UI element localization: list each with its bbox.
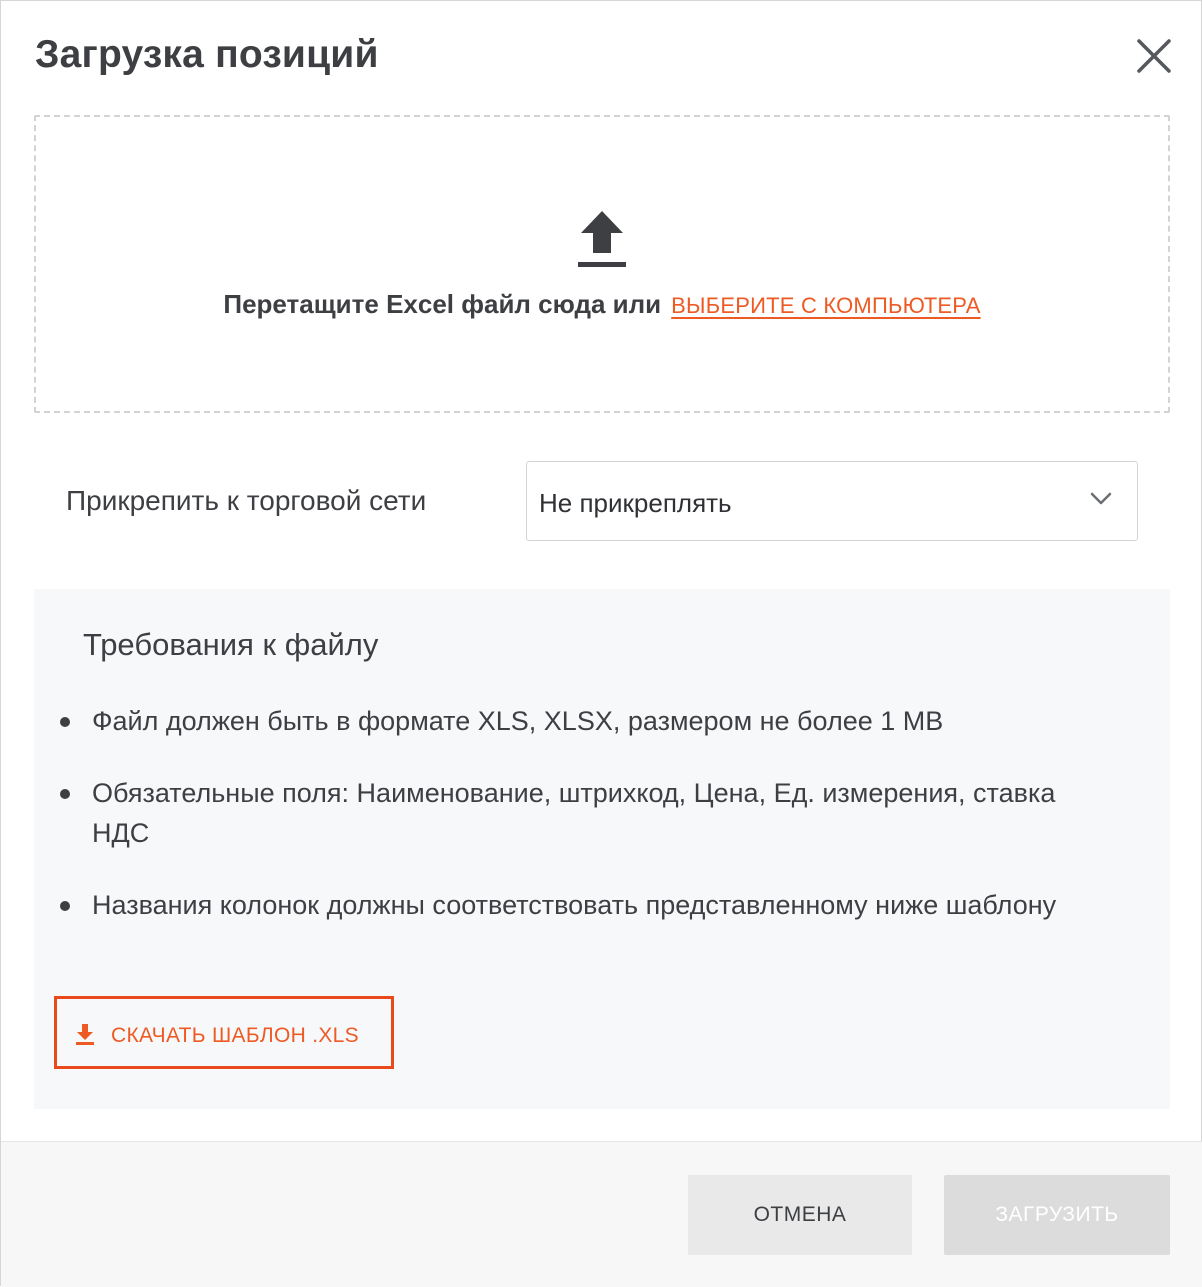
- dropzone-text: Перетащите Excel файл сюда или ВЫБЕРИТЕ С…: [1, 289, 1202, 320]
- dropzone-instruction: Перетащите Excel файл сюда или: [223, 289, 662, 319]
- attach-network-label: Прикрепить к торговой сети: [66, 485, 427, 516]
- requirements-title: Требования к файлу: [83, 627, 379, 662]
- requirement-item: Названия колонок должны соответствовать …: [92, 890, 1057, 920]
- requirement-item: Файл должен быть в формате XLS, XLSX, ра…: [92, 706, 944, 736]
- download-template-label: СКАЧАТЬ ШАБЛОН .XLS: [111, 1024, 359, 1047]
- retail-network-selected-value: Не прикреплять: [539, 488, 732, 518]
- download-icon: [76, 1024, 94, 1045]
- dialog-title: Загрузка позиций: [35, 33, 379, 76]
- bullet-icon: [60, 717, 70, 727]
- upload-icon: [575, 209, 629, 271]
- chevron-down-icon: [1089, 491, 1113, 507]
- close-button[interactable]: [1131, 33, 1177, 79]
- choose-from-computer-link[interactable]: ВЫБЕРИТЕ С КОМПЬЮТЕРА: [671, 293, 980, 318]
- bullet-icon: [60, 789, 70, 799]
- close-icon: [1137, 39, 1171, 73]
- requirement-item: Обязательные поля: Наименование, штрихко…: [92, 778, 1056, 848]
- upload-button[interactable]: ЗАГРУЗИТЬ: [944, 1175, 1170, 1255]
- retail-network-select[interactable]: Не прикреплять: [526, 461, 1138, 541]
- bullet-icon: [60, 901, 70, 911]
- download-template-button[interactable]: СКАЧАТЬ ШАБЛОН .XLS: [54, 996, 394, 1069]
- upload-positions-dialog: Загрузка позиций Перетащите Excel файл с…: [0, 0, 1202, 1287]
- cancel-button[interactable]: ОТМЕНА: [688, 1175, 912, 1255]
